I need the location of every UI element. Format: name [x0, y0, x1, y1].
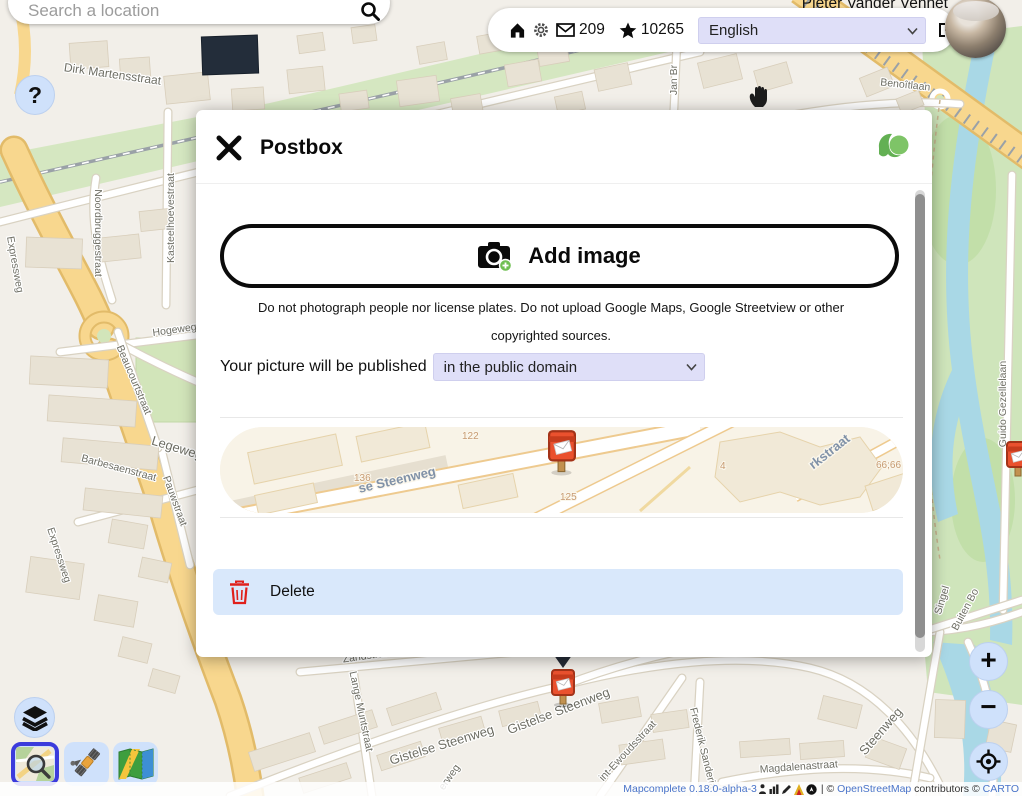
license-select[interactable]: in the public domain [433, 353, 705, 381]
gear-icon[interactable] [533, 22, 549, 38]
divider [220, 517, 903, 518]
question-icon: ? [28, 82, 42, 109]
home-icon[interactable] [509, 22, 526, 39]
osm-style-thumbnail [16, 747, 54, 781]
star-icon [619, 22, 637, 39]
stars-count[interactable]: 10265 [641, 21, 684, 39]
license-prefix: Your picture will be published [220, 358, 427, 376]
header-divider [196, 183, 932, 184]
language-select[interactable]: English [698, 17, 926, 44]
layers-button[interactable] [14, 697, 55, 738]
language-selected: English [709, 22, 758, 39]
scrollbar-thumb[interactable] [915, 194, 925, 638]
close-icon[interactable] [216, 135, 242, 161]
crosshair-icon [976, 749, 1001, 774]
geolocate-button[interactable] [969, 742, 1008, 781]
chevron-down-icon [907, 27, 918, 35]
add-image-button[interactable]: Add image [220, 224, 899, 288]
street-label: Noordbruggestraat [92, 189, 104, 277]
search-icon[interactable] [360, 1, 380, 21]
roundabout-center [97, 329, 111, 343]
attribution-contributors: contributors © [911, 783, 982, 795]
zoom-in-button[interactable]: + [969, 642, 1008, 681]
mail-icon[interactable] [556, 23, 575, 37]
street-label: Guido Gezellelaan [997, 361, 1009, 448]
delete-button[interactable]: Delete [213, 569, 903, 615]
zoom-out-button[interactable]: − [969, 690, 1008, 729]
image-license-note: Do not photograph people nor license pla… [226, 294, 876, 350]
divider [220, 417, 903, 418]
feature-minimap[interactable]: 122 136 125 4 66;66 rkstraat se Steenweg [220, 427, 903, 513]
trash-icon [229, 580, 250, 605]
help-button[interactable]: ? [15, 75, 55, 115]
housenumber: 66;66 [876, 460, 901, 471]
plus-icon: + [980, 644, 996, 676]
openstreetmap-link[interactable]: OpenStreetMap [837, 783, 911, 795]
hand-cursor [747, 83, 770, 108]
stats-icon [769, 784, 779, 794]
minus-icon: − [980, 691, 996, 723]
satellite-icon [69, 746, 105, 782]
license-row: Your picture will be published in the pu… [220, 353, 705, 381]
mapillary-icon [806, 784, 817, 795]
camera-icon [478, 241, 514, 272]
add-image-label: Add image [528, 243, 640, 269]
mapcomplete-app: Dirk Martensstraat Jan Br Benoîtlaan Noo… [0, 0, 1022, 796]
dialog-scrollbar[interactable] [915, 190, 925, 652]
mapcomplete-logo [876, 130, 910, 164]
housenumber: 4 [720, 461, 726, 472]
postbox-dialog: Postbox Add image Do not photograph peop… [196, 110, 932, 657]
pencil-icon [781, 784, 792, 795]
attribution-separator: | © [818, 783, 837, 795]
messages-count[interactable]: 209 [579, 21, 605, 39]
housenumber: 122 [462, 431, 479, 442]
license-selected: in the public domain [444, 359, 577, 376]
carto-link[interactable]: CARTO [983, 783, 1019, 795]
background-osm-carto-button[interactable] [11, 742, 59, 786]
chevron-down-icon [686, 363, 697, 371]
user-bar: 209 10265 English [488, 8, 955, 52]
background-satellite-button[interactable] [64, 742, 109, 786]
search-bar [8, 0, 390, 24]
josm-icon [794, 784, 804, 795]
dialog-title: Postbox [260, 136, 343, 160]
layers-icon [22, 705, 48, 731]
background-map-button[interactable] [113, 742, 158, 786]
mapcomplete-version-link[interactable]: Mapcomplete 0.18.0-alpha-3 [623, 783, 757, 795]
street-label: Jan Br [668, 64, 680, 95]
map-icon [118, 748, 154, 780]
delete-label: Delete [270, 583, 315, 601]
search-input[interactable] [26, 0, 356, 22]
user-stat-icon [758, 784, 767, 794]
user-name[interactable]: Pieter Vander Vennet [802, 0, 948, 13]
street-label: Kasteelhoevestraat [165, 173, 177, 263]
housenumber: 125 [560, 492, 577, 503]
attribution-bar: Mapcomplete 0.18.0-alpha-3 | © OpenStree… [0, 782, 1022, 796]
